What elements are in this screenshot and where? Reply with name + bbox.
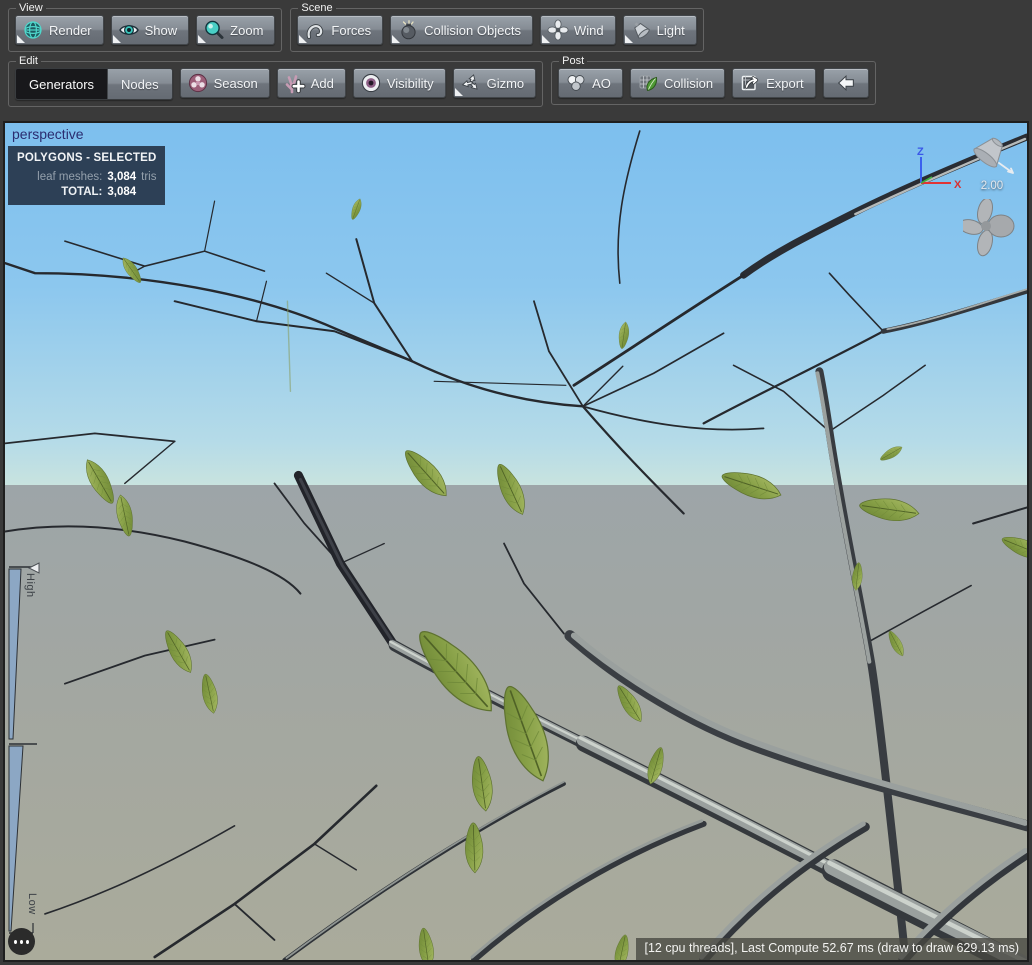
gizmo-button[interactable]: Gizmo <box>452 68 537 98</box>
light-gizmo[interactable]: 2.00 <box>959 137 1025 192</box>
ellipsis-icon <box>14 939 17 944</box>
branches <box>282 133 1027 960</box>
render-button[interactable]: Render <box>15 15 104 45</box>
eyeball-icon <box>360 72 382 94</box>
group-view-label: View <box>19 2 43 14</box>
magnet-curve-icon <box>304 19 326 41</box>
back-button[interactable] <box>822 68 869 98</box>
wind-button-label: Wind <box>573 22 604 38</box>
dropdown-corner-icon <box>392 35 401 43</box>
viewport-3d[interactable]: perspective POLYGONS - SELECTED leaf mes… <box>5 123 1027 960</box>
gizmo-button-label: Gizmo <box>486 75 525 91</box>
season-button-label: Season <box>213 75 258 91</box>
status-bar: [12 cpu threads], Last Compute 52.67 ms … <box>635 938 1027 960</box>
visibility-button-label: Visibility <box>386 75 434 91</box>
season-button[interactable]: Season <box>179 68 270 98</box>
dropdown-corner-icon <box>198 35 207 43</box>
mesh-leaf-icon <box>637 72 659 94</box>
forces-button[interactable]: Forces <box>297 15 384 45</box>
zoom-button[interactable]: Zoom <box>196 15 276 45</box>
group-view: View Render Show Zoom <box>8 2 283 52</box>
sphere-cluster-icon <box>565 72 587 94</box>
toolbar-row-2: Edit Generators Nodes Season Add Visibil… <box>0 55 1032 107</box>
dropdown-corner-icon <box>299 35 308 43</box>
lamp-icon <box>973 137 1014 174</box>
group-scene-label: Scene <box>301 2 333 14</box>
ellipsis-icon <box>26 939 29 944</box>
collision-button-label: Collision <box>663 75 714 91</box>
poly-total-value: 3,084 <box>107 186 137 198</box>
forces-button-label: Forces <box>331 22 372 38</box>
poly-total-suffix <box>141 186 156 198</box>
move-arrows-icon <box>460 72 482 94</box>
add-button-label: Add <box>310 75 334 91</box>
polygons-panel-title: POLYGONS - SELECTED <box>17 152 157 164</box>
poly-total-label: TOTAL: <box>61 186 103 198</box>
dropdown-corner-icon <box>112 35 121 43</box>
collision-objects-button-label: Collision Objects <box>424 22 521 38</box>
show-button-label: Show <box>144 22 178 38</box>
show-button[interactable]: Show <box>110 15 190 45</box>
collision-objects-button[interactable]: Collision Objects <box>390 15 533 45</box>
toolbar-row-1: View Render Show Zoom Scene Forces Colli… <box>0 2 1032 52</box>
group-edit-label: Edit <box>19 55 38 67</box>
left-arrow-icon <box>835 72 857 94</box>
fan-icon <box>547 19 569 41</box>
bomb-icon <box>397 19 419 41</box>
render-sphere-icon <box>22 19 44 41</box>
tab-generators[interactable]: Generators <box>16 69 108 99</box>
light-button-label: Light <box>656 22 685 38</box>
group-post-label: Post <box>562 55 585 67</box>
collision-button[interactable]: Collision <box>629 68 726 98</box>
dropdown-corner-icon <box>541 35 550 43</box>
lod-low-label: Low <box>26 893 38 915</box>
dropdown-corner-icon <box>454 88 463 96</box>
axis-gizmo: Z X <box>917 147 962 191</box>
visibility-button[interactable]: Visibility <box>352 68 446 98</box>
ao-button-label: AO <box>592 75 611 91</box>
wind-turbine-gizmo[interactable] <box>963 199 1019 257</box>
dropdown-corner-icon <box>624 35 633 43</box>
camera-view-label[interactable]: perspective <box>12 126 84 142</box>
export-button[interactable]: Export <box>732 68 816 98</box>
edit-mode-segmented: Generators Nodes <box>15 68 173 100</box>
viewport-frame: perspective POLYGONS - SELECTED leaf mes… <box>3 121 1029 962</box>
group-edit: Edit Generators Nodes Season Add Visibil… <box>8 55 544 107</box>
group-post: Post AO Collision Export <box>551 55 876 105</box>
light-intensity-value: 2.00 <box>980 180 1004 192</box>
branch-plus-icon <box>284 72 306 94</box>
poly-row-suffix: tris <box>141 171 157 183</box>
twigs <box>5 130 1027 959</box>
group-scene: Scene Forces Collision Objects Wind Ligh… <box>290 2 704 52</box>
light-button[interactable]: Light <box>622 15 697 45</box>
spotlight-icon <box>630 19 652 41</box>
box-arrow-icon <box>739 72 761 94</box>
export-button-label: Export <box>766 75 804 91</box>
tab-nodes[interactable]: Nodes <box>107 69 172 99</box>
ellipsis-icon <box>20 939 23 944</box>
ao-button[interactable]: AO <box>558 68 623 98</box>
poly-row-value: 3,084 <box>107 171 137 183</box>
viewport-menu-button[interactable] <box>8 928 35 955</box>
tree-scene-render <box>5 130 1027 960</box>
poly-row-label: leaf meshes: <box>37 171 103 183</box>
render-button-label: Render <box>49 22 92 38</box>
lod-high-label: High <box>24 573 36 598</box>
flower-icon <box>187 72 209 94</box>
lod-slider[interactable]: High Low <box>5 561 51 951</box>
axis-z-label: Z <box>917 147 924 158</box>
dropdown-corner-icon <box>17 35 25 43</box>
wind-button[interactable]: Wind <box>539 15 616 45</box>
zoom-button-label: Zoom <box>230 22 264 38</box>
add-button[interactable]: Add <box>276 68 346 98</box>
magnifier-icon <box>203 19 225 41</box>
eye-icon <box>118 19 140 41</box>
polygons-panel: POLYGONS - SELECTED leaf meshes: 3,084 t… <box>8 146 166 205</box>
